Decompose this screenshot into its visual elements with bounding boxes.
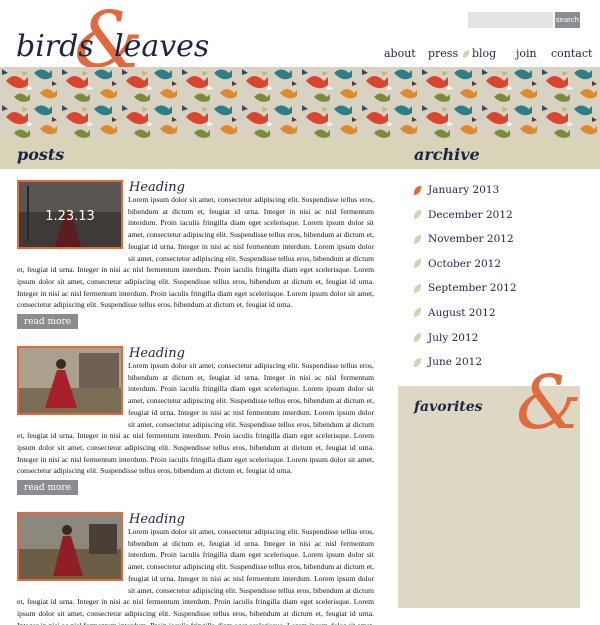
leaf-icon: [414, 259, 421, 269]
archive-item-label: August 2012: [428, 306, 496, 319]
posts-title: posts: [17, 145, 65, 164]
leaf-icon: [414, 210, 421, 220]
section-title-bar: posts archive: [0, 138, 600, 169]
archive-item[interactable]: December 2012: [414, 209, 574, 234]
leaf-icon: [414, 308, 421, 318]
leaf-icon: [414, 234, 421, 244]
archive-item-label: January 2013: [428, 184, 500, 196]
archive-item-label: October 2012: [428, 257, 502, 270]
archive-item[interactable]: January 2013: [414, 184, 574, 209]
archive-item-label: December 2012: [428, 208, 513, 221]
archive-title: archive: [414, 145, 480, 164]
post-body: Lorem ipsum dolor sit amet, consectetur …: [17, 194, 374, 311]
leaf-icon: [414, 357, 421, 367]
archive-list: January 2013 December 2012 November 2012…: [414, 184, 574, 381]
favorites-title: favorites: [414, 399, 483, 415]
archive-item[interactable]: October 2012: [414, 258, 574, 283]
read-more-button[interactable]: read more: [17, 314, 78, 329]
post-heading[interactable]: Heading: [129, 180, 185, 195]
nav-about[interactable]: about: [384, 47, 416, 60]
post-heading[interactable]: Heading: [129, 512, 185, 527]
read-more-button[interactable]: read more: [17, 480, 78, 495]
search-button[interactable]: search: [555, 12, 580, 28]
site-header: & birds leaves search about press blog j…: [0, 0, 600, 80]
post-body: Lorem ipsum dolor sit amet, consectetur …: [17, 526, 374, 625]
post-body: Lorem ipsum dolor sit amet, consectetur …: [17, 360, 374, 477]
leaf-icon: [414, 333, 421, 343]
archive-item[interactable]: August 2012: [414, 307, 574, 332]
leaf-icon: [463, 50, 469, 58]
search-form: search: [468, 12, 580, 30]
ampersand-decoration: &: [516, 360, 582, 446]
archive-item[interactable]: September 2012: [414, 282, 574, 307]
archive-item-label: June 2012: [428, 356, 483, 369]
post-heading[interactable]: Heading: [129, 346, 185, 361]
blog-post: Heading Lorem ipsum dolor sit amet, cons…: [17, 346, 377, 496]
nav-join[interactable]: join: [516, 47, 537, 60]
blog-post: Heading Lorem ipsum dolor sit amet, cons…: [17, 512, 377, 625]
nav-blog[interactable]: blog: [463, 47, 496, 60]
nav-press[interactable]: press: [428, 47, 458, 60]
archive-item-label: November 2012: [428, 233, 514, 246]
bird-pattern-banner: [0, 67, 600, 138]
main-nav: about press blog join contact: [0, 47, 600, 63]
archive-item[interactable]: November 2012: [414, 233, 574, 258]
leaf-icon: [414, 283, 421, 293]
nav-blog-label: blog: [472, 47, 497, 60]
archive-item[interactable]: July 2012: [414, 332, 574, 357]
nav-contact[interactable]: contact: [551, 47, 592, 60]
archive-item-label: July 2012: [428, 331, 479, 344]
leaf-icon: [414, 185, 421, 195]
archive-item-label: September 2012: [428, 282, 517, 295]
blog-post: 1.23.13 Heading Lorem ipsum dolor sit am…: [17, 180, 377, 330]
bird-pattern-illustration: [0, 67, 600, 138]
search-input[interactable]: [468, 12, 553, 28]
